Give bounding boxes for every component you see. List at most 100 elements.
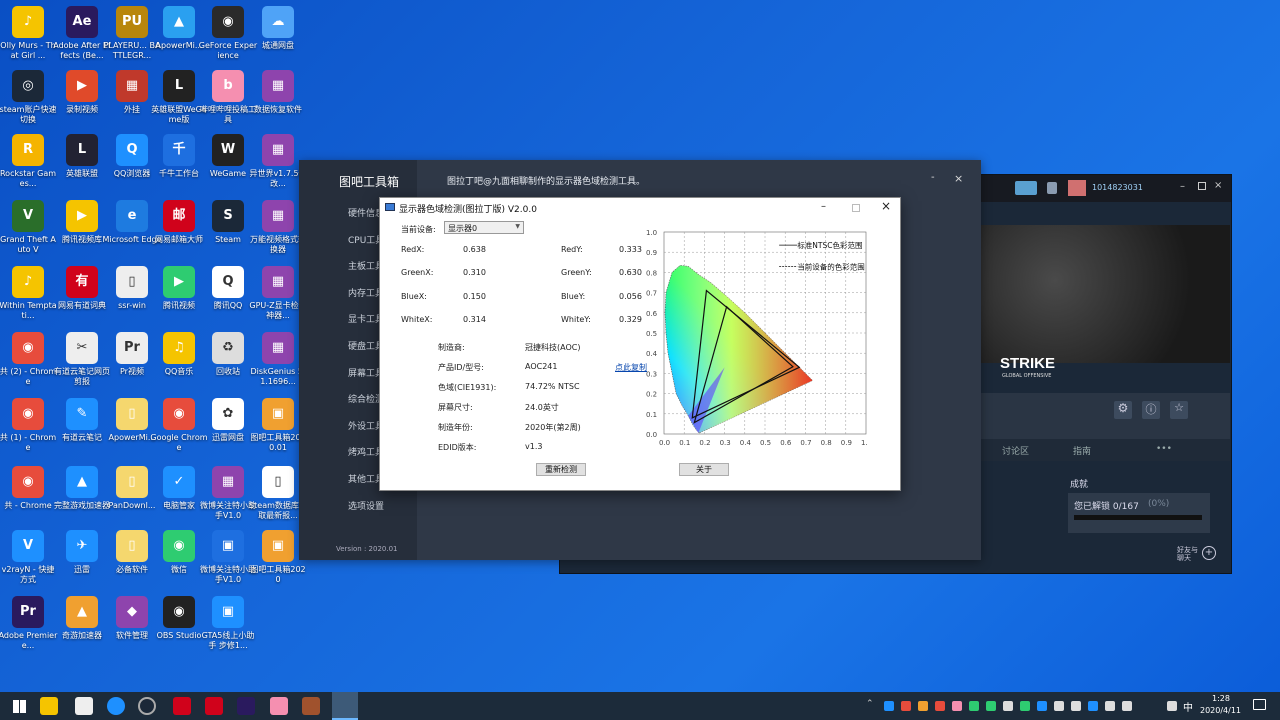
desktop-icon-label: Within Temptati... <box>0 301 57 320</box>
desktop-icon[interactable]: ▣ GTA5线上小助手 步修1... <box>198 592 258 659</box>
x-tick-label: 0.5 <box>760 439 771 447</box>
size-label: 屏幕尺寸: <box>438 403 473 412</box>
toolbox-close-button[interactable]: × <box>954 172 963 185</box>
desktop-icon[interactable]: ◉ 共 - Chrome <box>0 462 58 529</box>
y-tick-label: 0.0 <box>646 431 657 439</box>
x-tick-label: 0.3 <box>720 439 731 447</box>
tray-icon[interactable] <box>1003 701 1013 711</box>
tray-chevron-icon[interactable]: ⌃ <box>866 699 874 709</box>
desktop-icon[interactable]: R Rockstar Games... <box>0 130 58 197</box>
desktop-app-icon: V <box>12 200 44 232</box>
file-explorer-icon[interactable] <box>40 697 58 715</box>
game-tabs: 讨论区 指南 ••• <box>980 439 1230 461</box>
tray-icon[interactable] <box>1088 701 1098 711</box>
about-button[interactable]: 关于 <box>679 463 729 476</box>
tray-icon[interactable] <box>986 701 996 711</box>
steam-minimize-icon[interactable]: – <box>1180 181 1185 192</box>
year-label: 制造年份: <box>438 423 473 432</box>
steam-avatar[interactable] <box>1068 180 1086 196</box>
desktop-app-icon: ◆ <box>116 596 148 628</box>
desktop-app-icon: ▦ <box>262 70 294 102</box>
desktop-icon[interactable]: V Grand Theft Auto V <box>0 196 58 263</box>
dialog-close-icon[interactable]: × <box>881 199 891 213</box>
clock-date[interactable]: 2020/4/11 <box>1200 706 1241 715</box>
tray-icon[interactable] <box>1105 701 1115 711</box>
tray-icon[interactable] <box>1020 701 1030 711</box>
tray-icon[interactable] <box>1071 701 1081 711</box>
desktop-app-icon: ✂ <box>66 332 98 364</box>
toolbox-task-icon[interactable] <box>75 697 93 715</box>
device-select[interactable]: 显示器0 ▼ <box>444 221 524 234</box>
tray-icon[interactable] <box>1054 701 1064 711</box>
notification-icon[interactable] <box>1253 699 1266 710</box>
tray-icon[interactable] <box>952 701 962 711</box>
desktop-icon[interactable]: ◉ 共 (2) - Chrome <box>0 328 58 395</box>
clock-time[interactable]: 1:28 <box>1212 694 1230 703</box>
gamut-dialog[interactable]: 显示器色域检测(图拉丁版) V2.0.0 – × 当前设备: 显示器0 ▼ Re… <box>379 197 901 491</box>
desktop-icon[interactable]: ☁ 城通网盘 <box>248 2 308 69</box>
mfr-label: 制造商: <box>438 343 465 352</box>
desktop-app-icon: ▦ <box>262 332 294 364</box>
copy-link[interactable]: 点此复制 <box>615 362 647 373</box>
edid-value: v1.3 <box>525 442 543 451</box>
tray-icon[interactable] <box>1122 701 1132 711</box>
add-friend-icon[interactable]: + <box>1202 546 1216 560</box>
desktop-icon[interactable]: ▦ 数据恢复软件 <box>248 66 308 133</box>
steam-task-icon[interactable] <box>138 697 156 715</box>
steam-maximize-icon[interactable] <box>1198 182 1206 190</box>
tray-icon[interactable] <box>969 701 979 711</box>
desktop-icon[interactable]: ♪ Within Temptati... <box>0 262 58 329</box>
desktop-app-icon: ▦ <box>212 466 244 498</box>
steam-notify-icon[interactable] <box>1047 182 1057 194</box>
desktop-app-icon: e <box>116 200 148 232</box>
friends-chat-label[interactable]: 好友与聊天 <box>1177 546 1199 562</box>
ime-indicator[interactable]: 中 <box>1183 699 1193 714</box>
browser-task-icon[interactable] <box>107 697 125 715</box>
desktop-icon[interactable]: ◉ 共 (1) - Chrome <box>0 394 58 461</box>
bilibili-task-icon[interactable] <box>270 697 288 715</box>
y-tick-label: 0.6 <box>646 310 658 318</box>
dialog-minimize-icon[interactable]: – <box>821 201 826 212</box>
info-icon[interactable]: ⓘ <box>1142 401 1160 419</box>
tray-icon[interactable] <box>884 701 894 711</box>
desktop-app-icon: S <box>212 200 244 232</box>
toolbox-minimize-button[interactable]: - <box>931 172 935 183</box>
desktop-app-icon: Q <box>116 134 148 166</box>
desktop-icon[interactable]: Vv2rayN - 快捷方式 <box>0 526 58 593</box>
y-tick-label: 0.9 <box>646 249 657 257</box>
gear-icon[interactable]: ⚙ <box>1114 401 1132 419</box>
premiere-task-icon[interactable] <box>237 697 255 715</box>
desktop-app-icon: ✎ <box>66 398 98 430</box>
star-icon[interactable]: ☆ <box>1170 401 1188 419</box>
bluey-value: 0.056 <box>619 292 642 301</box>
tab-more[interactable]: ••• <box>1156 444 1172 454</box>
youdao-task-icon[interactable] <box>205 697 223 715</box>
achievements-panel[interactable]: 您已解锁 0/167 (0%) <box>1068 493 1210 533</box>
tray-icon[interactable] <box>918 701 928 711</box>
windows-start-icon[interactable] <box>13 700 26 713</box>
volume-icon[interactable] <box>1167 701 1177 711</box>
tray-icon[interactable] <box>935 701 945 711</box>
desktop-icon[interactable]: ◎ steam账户快速切换 <box>0 66 58 133</box>
tray-icon[interactable] <box>1037 701 1047 711</box>
redetect-button[interactable]: 重新检测 <box>536 463 586 476</box>
steam-username[interactable]: 1014823031 <box>1092 183 1143 192</box>
steam-friends-icon[interactable] <box>1015 181 1037 195</box>
year-value: 2020年(第2周) <box>525 423 581 432</box>
chevron-down-icon: ▼ <box>515 223 520 230</box>
achievements-text: 您已解锁 0/167 <box>1074 502 1139 512</box>
gamut-task-icon[interactable] <box>332 692 358 720</box>
steam-close-icon[interactable]: × <box>1214 180 1222 191</box>
tab-discussion[interactable]: 讨论区 <box>1002 444 1029 457</box>
greeny-label: GreenY: <box>561 268 592 277</box>
mail-task-icon[interactable] <box>173 697 191 715</box>
toolbox-nav-item[interactable]: 选项设置 <box>348 499 384 512</box>
desktop-icon[interactable]: Pr Adobe Premiere... <box>0 592 58 659</box>
desktop-icon-label: 图吧工具箱2020 <box>250 565 306 584</box>
greenx-label: GreenX: <box>401 268 434 277</box>
tab-guide[interactable]: 指南 <box>1073 444 1091 457</box>
game-task-icon[interactable] <box>302 697 320 715</box>
tray-icon[interactable] <box>901 701 911 711</box>
desktop-icon[interactable]: ♪ Olly Murs - That Girl ... <box>0 2 58 69</box>
desktop-icon-label: v2rayN - 快捷方式 <box>1 565 55 584</box>
